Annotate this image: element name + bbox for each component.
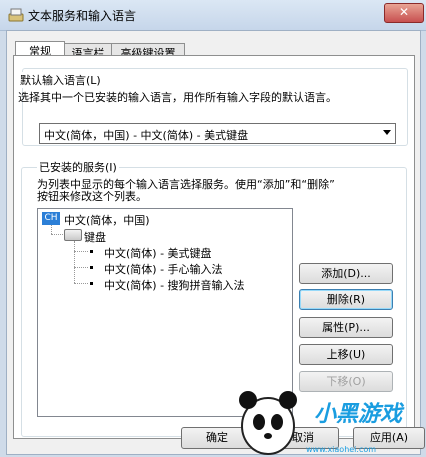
tree-line (51, 225, 52, 234)
keyboard-app-icon (8, 8, 24, 22)
watermark-text: 小黑游戏 (314, 402, 403, 427)
tree-line (74, 241, 75, 283)
default-language-description: 选择其中一个已安装的输入语言，用作所有输入字段的默认语言。 (18, 91, 337, 104)
tree-service-item[interactable]: 中文(简体) - 搜狗拼音输入法 (104, 277, 245, 293)
move-up-button[interactable]: 上移(U) (299, 344, 393, 365)
tree-language-node[interactable]: 中文(简体，中国) (64, 212, 150, 228)
add-button[interactable]: 添加(D)... (299, 263, 393, 284)
bullet-icon (90, 266, 93, 269)
properties-button[interactable]: 属性(P)... (299, 317, 393, 338)
chevron-down-icon[interactable] (383, 130, 391, 135)
watermark-url: www.xiaohei.com (306, 445, 377, 454)
tree-service-item[interactable]: 中文(简体) - 美式键盘 (104, 245, 212, 261)
tree-line (74, 267, 88, 268)
installed-services-description-2: 按钮来修改这个列表。 (37, 190, 147, 203)
default-language-value: 中文(简体，中国) - 中文(简体) - 美式键盘 (44, 129, 249, 142)
title-bar: 文本服务和输入语言 ✕ (0, 0, 426, 31)
default-language-select[interactable]: 中文(简体，中国) - 中文(简体) - 美式键盘 (39, 123, 396, 144)
tree-keyboard-node[interactable]: 键盘 (84, 229, 106, 245)
tree-line (74, 251, 88, 252)
bullet-icon (90, 282, 93, 285)
tree-line (51, 234, 63, 235)
installed-services-label: 已安装的服务(I) (37, 159, 119, 175)
tree-service-item[interactable]: 中文(简体) - 手心输入法 (104, 261, 223, 277)
remove-button[interactable]: 删除(R) (299, 289, 393, 310)
bullet-icon (90, 250, 93, 253)
language-badge: CH (42, 212, 60, 225)
window-title: 文本服务和输入语言 (28, 9, 137, 23)
close-button[interactable]: ✕ (384, 3, 424, 23)
default-language-label: 默认输入语言(L) (18, 72, 103, 88)
keyboard-icon (64, 229, 82, 241)
tree-line (74, 283, 88, 284)
